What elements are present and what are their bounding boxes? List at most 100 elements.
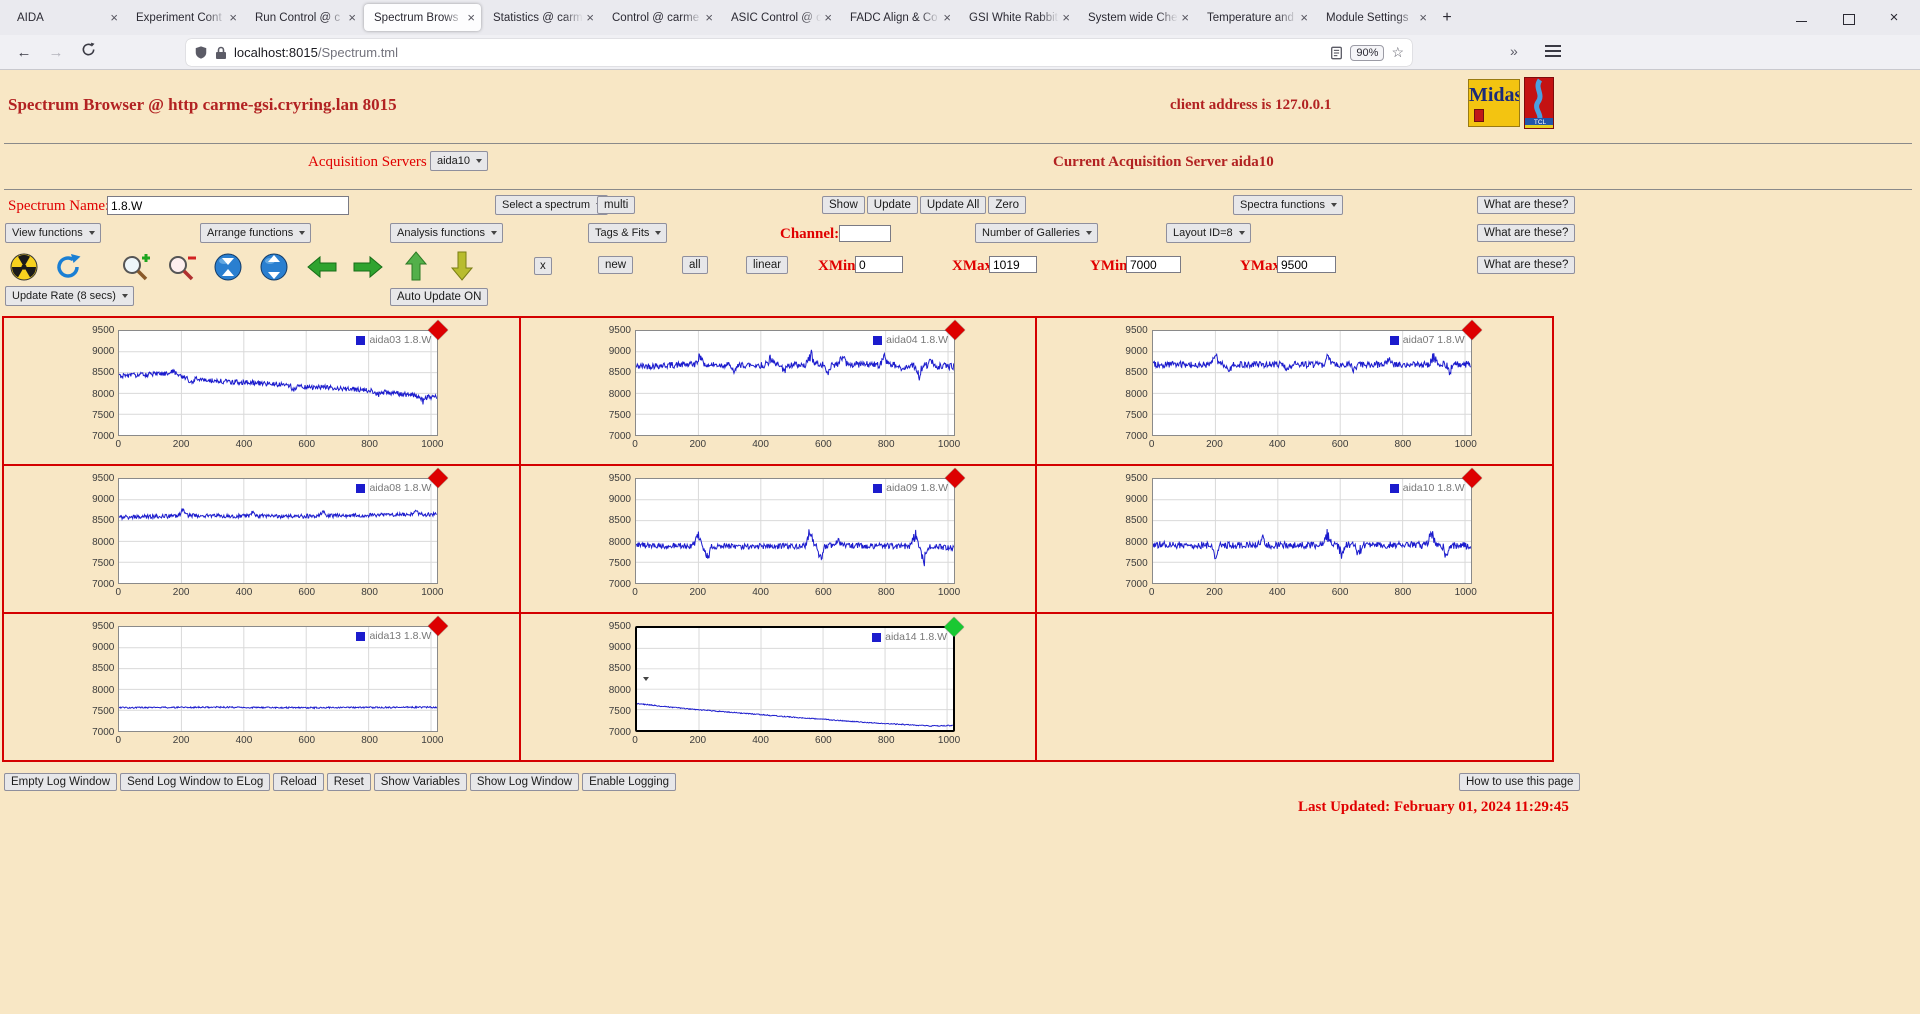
ymin-input[interactable]	[1126, 256, 1181, 273]
tab-close-icon[interactable]: ×	[705, 11, 713, 24]
tab-close-icon[interactable]: ×	[943, 11, 951, 24]
plot-area-aida04[interactable]: aida04 1.8.W	[634, 320, 965, 436]
what-are-these-button-3[interactable]: What are these?	[1477, 256, 1576, 274]
maximize-button[interactable]	[1840, 10, 1856, 26]
menu-button[interactable]	[1545, 45, 1561, 59]
zoom-in-button[interactable]	[120, 252, 152, 282]
plot-area-aida14[interactable]: aida14 1.8.W	[634, 617, 964, 732]
plot-area-aida10[interactable]: aida10 1.8.W	[1151, 468, 1482, 584]
spectrum-name-input[interactable]	[107, 196, 349, 215]
close-window-button[interactable]: ×	[1886, 9, 1902, 26]
arrange-functions-dropdown[interactable]: Arrange functions	[200, 223, 312, 243]
browser-tab-7[interactable]: ASIC Control @ c ×	[721, 4, 838, 31]
tab-close-icon[interactable]: ×	[1300, 11, 1308, 24]
spectrum-plot-aida13[interactable]: 7000 7500 8000 8500 9000 9500 aida13 1.8.W 0 200…	[82, 616, 449, 750]
spectrum-plot-aida14[interactable]: 7000 7500 8000 8500 9000 9500 aida14 1.8.W 0 200…	[599, 617, 964, 750]
footer-button-reset[interactable]: Reset	[326, 773, 371, 791]
zoom-level-badge[interactable]: 90%	[1350, 44, 1385, 61]
reader-mode-icon[interactable]	[1330, 46, 1343, 60]
multi-button[interactable]: multi	[597, 196, 636, 214]
update-all-button[interactable]: Update All	[919, 196, 987, 214]
acquisition-server-select[interactable]: aida10	[430, 151, 489, 171]
minimize-button[interactable]	[1794, 10, 1810, 26]
layout-id-dropdown[interactable]: Layout ID=8	[1166, 223, 1251, 243]
spectrum-plot-aida09[interactable]: 7000 7500 8000 8500 9000 9500 aida09 1.8.W 0 200…	[599, 468, 965, 602]
browser-tab-10[interactable]: System wide Che ×	[1078, 4, 1195, 31]
url-text[interactable]: localhost:8015/Spectrum.tml	[234, 45, 1323, 60]
radiation-button[interactable]	[8, 252, 40, 282]
browser-tab-11[interactable]: Temperature and ×	[1197, 4, 1314, 31]
tab-close-icon[interactable]: ×	[1181, 11, 1189, 24]
what-are-these-button-2[interactable]: What are these?	[1477, 224, 1576, 242]
new-tab-button[interactable]: +	[1434, 5, 1460, 31]
back-button[interactable]: ←	[12, 41, 36, 65]
bookmark-star-icon[interactable]: ☆	[1391, 44, 1404, 61]
tab-close-icon[interactable]: ×	[1062, 11, 1070, 24]
tab-close-icon[interactable]: ×	[110, 11, 118, 24]
reload-button[interactable]	[76, 41, 100, 65]
zero-button[interactable]: Zero	[988, 196, 1026, 214]
xmin-input[interactable]	[855, 256, 903, 273]
recycle-button[interactable]	[52, 252, 84, 282]
spectrum-plot-aida04[interactable]: 7000 7500 8000 8500 9000 9500 aida04 1.8.W 0 200…	[599, 320, 965, 454]
browser-tab-9[interactable]: GSI White Rabbit ×	[959, 4, 1076, 31]
overflow-chevron-button[interactable]: »	[1510, 43, 1518, 59]
browser-tab-4[interactable]: Spectrum Brows ×	[364, 4, 481, 31]
number-of-galleries-dropdown[interactable]: Number of Galleries	[975, 223, 1098, 243]
footer-button-empty-log-window[interactable]: Empty Log Window	[4, 773, 118, 791]
lock-icon[interactable]	[215, 46, 227, 60]
browser-tab-3[interactable]: Run Control @ c ×	[245, 4, 362, 31]
footer-button-reload[interactable]: Reload	[273, 773, 324, 791]
footer-button-show-variables[interactable]: Show Variables	[373, 773, 467, 791]
compress-vertical-button[interactable]	[212, 252, 244, 282]
plot-area-aida13[interactable]: aida13 1.8.W	[118, 616, 449, 732]
browser-tab-5[interactable]: Statistics @ carm ×	[483, 4, 600, 31]
show-button[interactable]: Show	[822, 196, 865, 214]
expand-vertical-button[interactable]	[258, 252, 290, 282]
shift-right-button[interactable]	[352, 252, 384, 282]
linear-button[interactable]: linear	[746, 256, 789, 274]
update-button[interactable]: Update	[866, 196, 918, 214]
tab-close-icon[interactable]: ×	[824, 11, 832, 24]
url-bar[interactable]: localhost:8015/Spectrum.tml 90% ☆	[186, 39, 1412, 66]
spectrum-plot-aida03[interactable]: 7000 7500 8000 8500 9000 9500 aida03 1.8.W 0 200…	[82, 320, 449, 454]
xmax-input[interactable]	[989, 256, 1037, 273]
browser-tab-2[interactable]: Experiment Cont ×	[126, 4, 243, 31]
spectra-functions-dropdown[interactable]: Spectra functions	[1233, 195, 1343, 215]
tags-fits-dropdown[interactable]: Tags & Fits	[588, 223, 668, 243]
shift-up-button[interactable]	[400, 251, 432, 281]
all-button[interactable]: all	[682, 256, 708, 274]
analysis-functions-dropdown[interactable]: Analysis functions	[390, 223, 504, 243]
how-to-use-button[interactable]: How to use this page	[1459, 773, 1581, 791]
browser-tab-12[interactable]: Module Settings ×	[1316, 4, 1433, 31]
auto-update-button[interactable]: Auto Update ON	[390, 288, 489, 306]
plot-area-aida03[interactable]: aida03 1.8.W	[118, 320, 449, 436]
tab-close-icon[interactable]: ×	[467, 11, 475, 24]
footer-button-show-log-window[interactable]: Show Log Window	[469, 773, 580, 791]
forward-button[interactable]: →	[44, 41, 68, 65]
new-button[interactable]: new	[598, 256, 634, 274]
browser-tab-1[interactable]: AIDA ×	[7, 4, 124, 31]
browser-tab-8[interactable]: FADC Align & Co ×	[840, 4, 957, 31]
tab-close-icon[interactable]: ×	[229, 11, 237, 24]
browser-tab-6[interactable]: Control @ carme ×	[602, 4, 719, 31]
update-rate-dropdown[interactable]: Update Rate (8 secs)	[5, 286, 134, 306]
spectrum-plot-aida10[interactable]: 7000 7500 8000 8500 9000 9500 aida10 1.8.W 0 200…	[1116, 468, 1482, 602]
shield-icon[interactable]	[194, 45, 208, 60]
what-are-these-button-1[interactable]: What are these?	[1477, 196, 1576, 214]
footer-button-enable-logging[interactable]: Enable Logging	[582, 773, 677, 791]
plot-area-aida07[interactable]: aida07 1.8.W	[1151, 320, 1482, 436]
select-spectrum-dropdown[interactable]: Select a spectrum	[495, 195, 609, 215]
shift-left-button[interactable]	[306, 252, 338, 282]
tab-close-icon[interactable]: ×	[1419, 11, 1427, 24]
x-button[interactable]: x	[534, 257, 552, 275]
spectrum-plot-aida07[interactable]: 7000 7500 8000 8500 9000 9500 aida07 1.8.W 0 200…	[1116, 320, 1482, 454]
tab-close-icon[interactable]: ×	[586, 11, 594, 24]
view-functions-dropdown[interactable]: View functions	[5, 223, 101, 243]
tab-close-icon[interactable]: ×	[348, 11, 356, 24]
plot-area-aida09[interactable]: aida09 1.8.W	[634, 468, 965, 584]
ymax-input[interactable]	[1277, 256, 1336, 273]
channel-input[interactable]	[839, 225, 891, 242]
spectrum-plot-aida08[interactable]: 7000 7500 8000 8500 9000 9500 aida08 1.8.W 0 200…	[82, 468, 449, 602]
footer-button-send-log-window-to-elog[interactable]: Send Log Window to ELog	[120, 773, 271, 791]
